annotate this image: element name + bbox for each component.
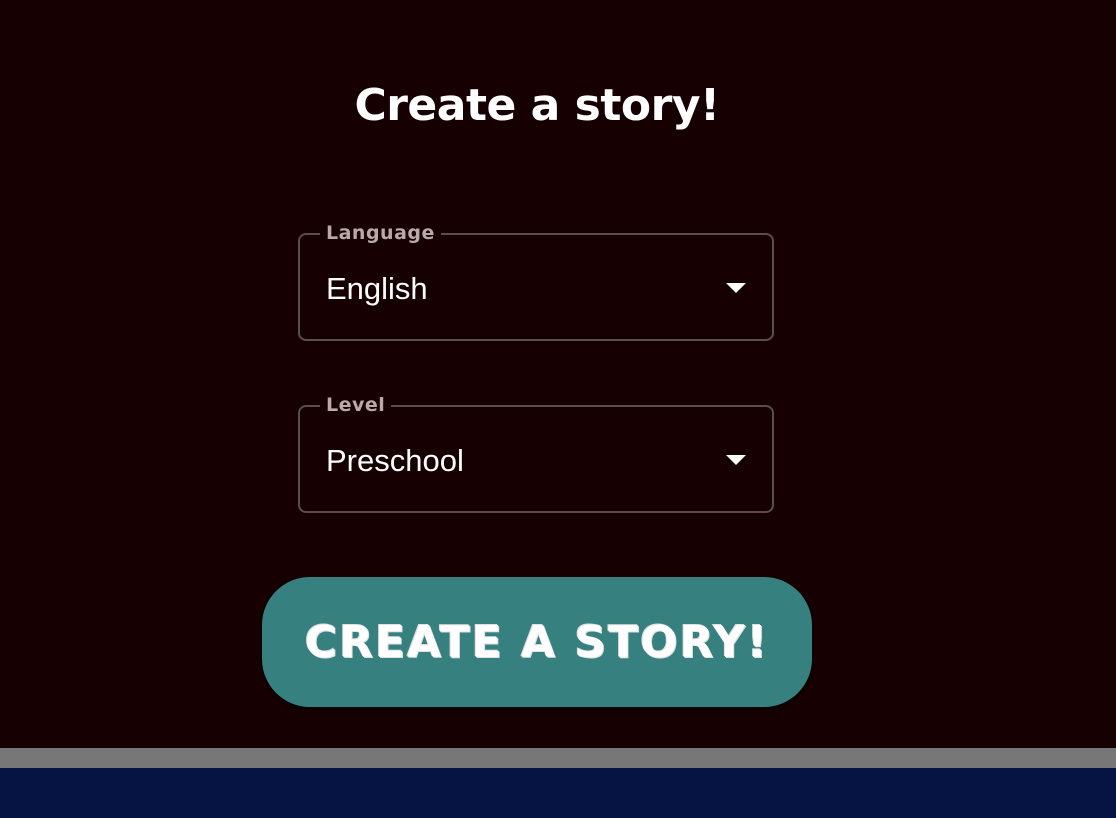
divider-strip [0,748,1116,768]
level-select[interactable]: Level Preschool [298,393,774,513]
caret-down-icon [726,455,746,465]
caret-down-icon [726,283,746,293]
level-label: Level [320,393,392,417]
language-select[interactable]: Language English [298,221,774,341]
page: Create a story! Language English Level P… [0,0,1116,818]
level-value: Preschool [326,443,464,478]
footer-bar [0,768,1116,818]
create-story-button[interactable]: CREATE A STORY! [262,577,812,707]
language-value: English [326,271,428,306]
page-title: Create a story! [354,80,720,131]
main-panel: Create a story! Language English Level P… [0,0,1116,748]
language-label: Language [320,221,441,245]
